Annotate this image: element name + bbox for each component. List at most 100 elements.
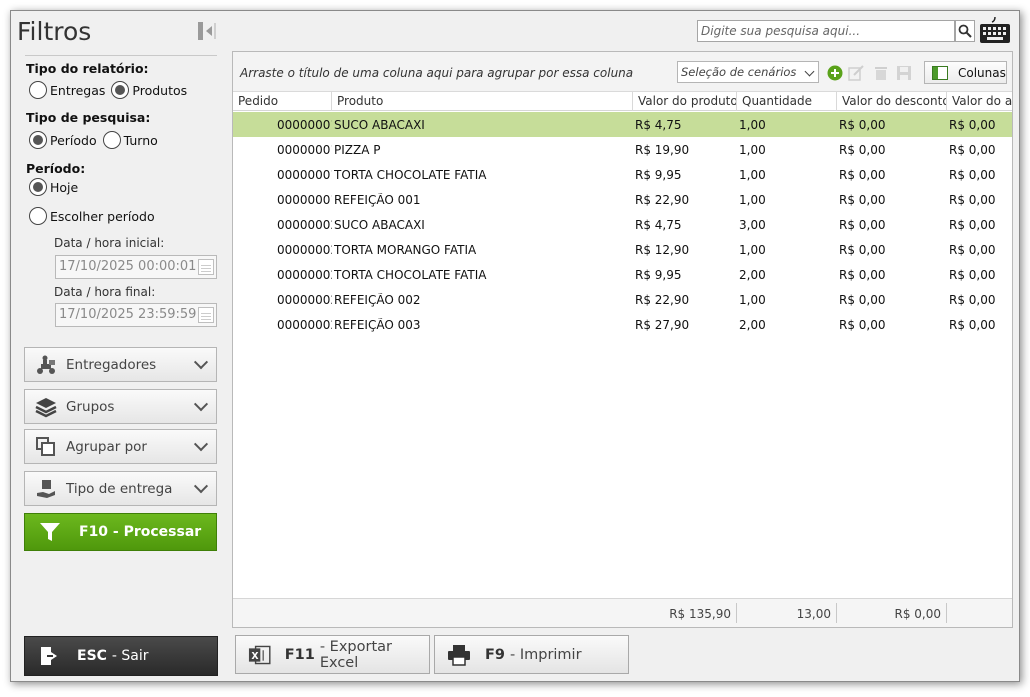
cell-desconto: R$ 0,00: [839, 193, 886, 207]
radio-turno[interactable]: [102, 131, 121, 149]
add-scenario-icon[interactable]: [827, 65, 843, 81]
print-button[interactable]: F9 - Imprimir: [434, 635, 629, 674]
header-quantidade[interactable]: Quantidade: [737, 92, 837, 111]
exit-door-icon: [41, 647, 57, 665]
cell-desconto: R$ 0,00: [839, 243, 886, 257]
svg-text:X: X: [251, 650, 259, 661]
columns-button[interactable]: Colunas: [924, 61, 1007, 84]
group-by-panel[interactable]: Arraste o título de uma coluna aqui para…: [233, 52, 1012, 92]
radio-entregas[interactable]: [29, 81, 47, 99]
cell-pedido: 000000018: [277, 118, 332, 132]
radio-hoje[interactable]: [29, 178, 47, 196]
sidebar-divider: [25, 55, 217, 56]
table-row[interactable]: 000000020REFEIÇÃO 003 R$ 27,90 2,00 R$ 0,00…: [233, 312, 1012, 337]
table-row[interactable]: 000000019REFEIÇÃO 001 R$ 22,90 1,00 R$ 0,00…: [233, 187, 1012, 212]
cell-pedido: 000000020: [277, 218, 332, 232]
layers-icon: [35, 396, 57, 418]
chevron-down-icon: [193, 436, 209, 451]
grid-header: Pedido Produto Valor do produto Quantida…: [233, 92, 1012, 111]
chevron-down-icon: [804, 66, 815, 77]
table-row[interactable]: 000000020REFEIÇÃO 002 R$ 22,90 1,00 R$ 0,00…: [233, 287, 1012, 312]
cell-produto: REFEIÇÃO 001: [334, 193, 421, 207]
cell-valor: R$ 19,90: [635, 143, 690, 157]
header-pedido[interactable]: Pedido: [233, 92, 332, 111]
cell-produto: PIZZA P: [334, 143, 381, 157]
radio-entregas-label: Entregas: [50, 82, 106, 98]
delete-scenario-icon[interactable]: [873, 65, 889, 81]
chevron-down-icon: [193, 396, 209, 411]
cell-qtd: 3,00: [739, 218, 766, 232]
report-type-group: Entregas Produtos: [29, 81, 193, 99]
accordion-entregadores[interactable]: Entregadores: [24, 347, 217, 382]
accordion-agrupar-por[interactable]: Agrupar por: [24, 429, 217, 464]
export-excel-key: F11: [284, 646, 315, 663]
table-row[interactable]: 000000018PIZZA P R$ 19,90 1,00 R$ 0,00 R$ 0,…: [233, 137, 1012, 162]
table-row[interactable]: 000000020TORTA MORANGO FATIA R$ 12,90 1,00…: [233, 237, 1012, 262]
cell-acrescimo: R$ 0,00: [949, 318, 996, 332]
end-date-label: Data / hora final:: [54, 285, 156, 299]
calendar-icon[interactable]: [198, 259, 214, 275]
table-row[interactable]: 000000019TORTA CHOCOLATE FATIA R$ 9,95 1,0…: [233, 162, 1012, 187]
period-choose-row: Escolher período: [29, 207, 161, 225]
period-label: Período:: [26, 161, 86, 176]
radio-escolher-periodo[interactable]: [29, 207, 47, 225]
start-date-input[interactable]: 17/10/2025 00:00:01: [55, 255, 217, 279]
filters-sidebar: Filtros Tipo do relatório: Entregas Prod…: [11, 11, 229, 681]
cell-produto: TORTA CHOCOLATE FATIA: [334, 268, 487, 282]
table-row[interactable]: 000000020SUCO ABACAXI R$ 4,75 3,00 R$ 0,00 R…: [233, 212, 1012, 237]
filters-title: Filtros: [17, 17, 92, 46]
accordion-grupos[interactable]: Grupos: [24, 389, 217, 424]
search-placeholder: Digite sua pesquisa aqui...: [701, 24, 861, 38]
cell-acrescimo: R$ 0,00: [949, 168, 996, 182]
radio-produtos-label: Produtos: [132, 82, 188, 98]
cell-produto: REFEIÇÃO 003: [334, 318, 421, 332]
columns-button-label: Colunas: [958, 65, 1006, 80]
accordion-tipo-entrega[interactable]: Tipo de entrega: [24, 471, 217, 506]
cell-qtd: 1,00: [739, 193, 766, 207]
export-excel-button[interactable]: X F11 - Exportar Excel: [235, 635, 430, 674]
cell-valor: R$ 4,75: [635, 118, 682, 132]
end-date-input[interactable]: 17/10/2025 23:59:59: [55, 303, 217, 327]
search-type-label: Tipo de pesquisa:: [26, 110, 151, 125]
end-date-value: 17/10/2025 23:59:59: [59, 307, 197, 322]
search-input[interactable]: Digite sua pesquisa aqui...: [697, 20, 955, 42]
total-desconto: R$ 0,00: [894, 607, 941, 621]
accordion-tipo-entrega-label: Tipo de entrega: [66, 480, 173, 497]
header-valor-desconto[interactable]: Valor do desconto: [837, 92, 947, 111]
calendar-icon[interactable]: [198, 307, 214, 323]
cell-desconto: R$ 0,00: [839, 268, 886, 282]
radio-produtos[interactable]: [111, 81, 130, 99]
exit-key: ESC: [77, 648, 107, 664]
cell-qtd: 1,00: [739, 143, 766, 157]
save-scenario-icon[interactable]: [896, 65, 912, 81]
keyboard-icon[interactable]: [978, 15, 1012, 45]
cell-qtd: 1,00: [739, 243, 766, 257]
export-excel-label: - Exportar Excel: [319, 638, 392, 671]
cell-valor: R$ 4,75: [635, 218, 682, 232]
header-valor-produto[interactable]: Valor do produto: [633, 92, 737, 111]
exit-button-label: - Sair: [111, 648, 149, 664]
table-row[interactable]: 000000018SUCO ABACAXI R$ 4,75 1,00 R$ 0,00 R…: [233, 112, 1012, 137]
cell-pedido: 000000020: [277, 268, 332, 282]
search-button[interactable]: [955, 20, 975, 42]
scenario-select[interactable]: Seleção de cenários: [677, 61, 819, 83]
chevron-down-icon: [193, 478, 209, 493]
cell-desconto: R$ 0,00: [839, 118, 886, 132]
scenario-select-value: Seleção de cenários: [681, 65, 797, 79]
header-produto[interactable]: Produto: [332, 92, 633, 111]
collapse-panel-icon[interactable]: [197, 21, 217, 41]
radio-periodo[interactable]: [29, 131, 47, 149]
cell-desconto: R$ 0,00: [839, 168, 886, 182]
cell-qtd: 1,00: [739, 118, 766, 132]
cell-qtd: 2,00: [739, 268, 766, 282]
table-row[interactable]: 000000020TORTA CHOCOLATE FATIA R$ 9,95 2,0…: [233, 262, 1012, 287]
header-valor-acrescimo[interactable]: Valor do ac: [947, 92, 1012, 111]
start-date-label: Data / hora inicial:: [54, 236, 165, 250]
edit-scenario-icon[interactable]: [848, 65, 864, 81]
hand-package-icon: [35, 478, 57, 500]
cell-pedido: 000000018: [277, 143, 332, 157]
accordion-grupos-label: Grupos: [66, 398, 115, 415]
cell-produto: TORTA MORANGO FATIA: [334, 243, 477, 257]
exit-button[interactable]: ESC - Sair: [24, 636, 218, 676]
process-button[interactable]: F10 - Processar: [24, 513, 217, 551]
